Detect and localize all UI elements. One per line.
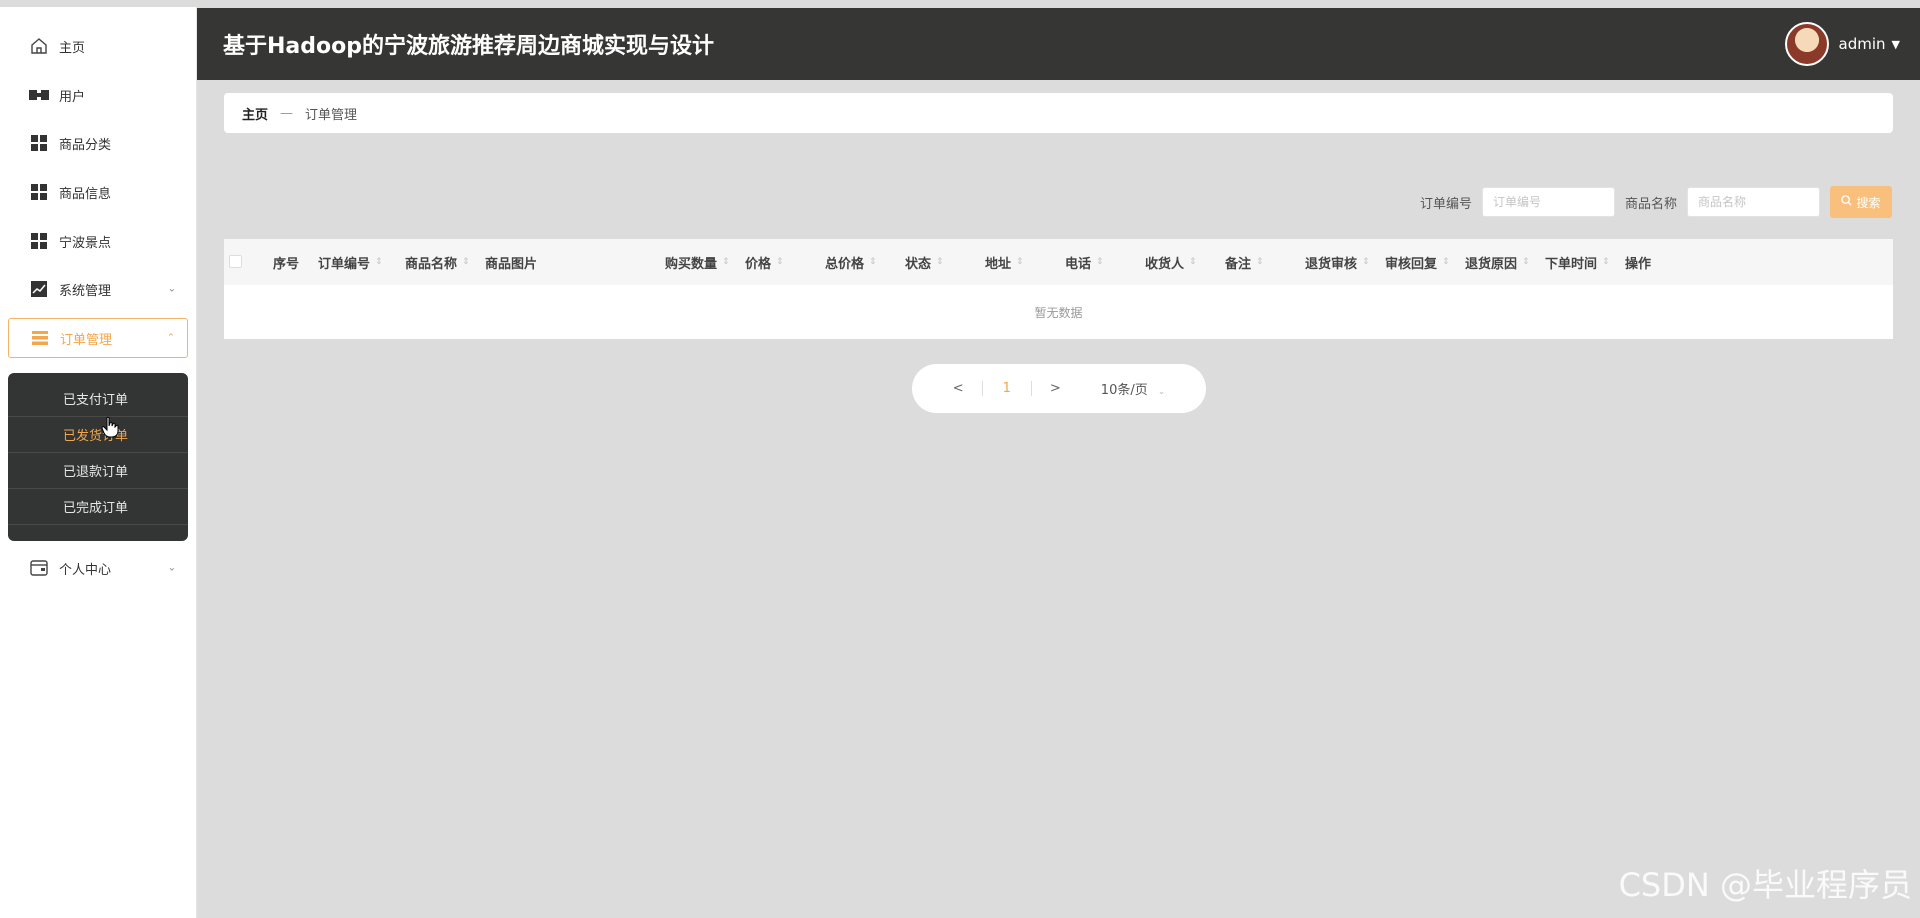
sidebar-item-label: 商品分类 xyxy=(59,137,112,153)
chevron-up-icon: ⌃ xyxy=(166,332,175,344)
column-header[interactable]: 价格 ⇕ xyxy=(745,239,784,285)
list-icon xyxy=(30,328,50,348)
sidebar-item-label: 系统管理 xyxy=(59,283,112,299)
caret-down-icon[interactable]: ▼ xyxy=(1892,38,1900,51)
sidebar: 主页 用户 商品分类 商品信息 宁波景点 系统管理 ⌄ 订单管理 ⌃ 已支付订单… xyxy=(0,7,197,918)
orders-table: 序号 订单编号 ⇕ 商品名称 ⇕ 商品图片 购买数量 ⇕ 价格 ⇕ 总价格 ⇕ 状态 ⇕ 地… xyxy=(224,239,1893,339)
column-header: 序号 xyxy=(273,256,300,272)
chevron-down-icon: ⌄ xyxy=(167,283,176,295)
breadcrumb: 主页 — 订单管理 xyxy=(224,93,1893,133)
product-name-input[interactable] xyxy=(1687,187,1820,217)
breadcrumb-separator: — xyxy=(280,105,294,121)
column-header[interactable]: 退货审核 ⇕ xyxy=(1305,239,1370,285)
sidebar-item-label: 主页 xyxy=(59,40,86,56)
sidebar-item-label: 商品信息 xyxy=(59,186,112,202)
table-header: 序号 订单编号 ⇕ 商品名称 ⇕ 商品图片 购买数量 ⇕ 价格 ⇕ 总价格 ⇕ 状态 ⇕ 地… xyxy=(224,239,1893,285)
order-number-label: 订单编号 xyxy=(1419,196,1472,212)
avatar[interactable] xyxy=(1784,22,1829,66)
users-icon xyxy=(29,85,49,105)
sort-icon: ⇕ xyxy=(462,257,470,267)
column-header[interactable]: 收货人 ⇕ xyxy=(1145,239,1197,285)
sort-icon: ⇕ xyxy=(936,257,944,267)
search-bar: 订单编号 商品名称 搜索 xyxy=(1420,186,1892,218)
sidebar-item-system[interactable]: 系统管理 ⌄ xyxy=(8,269,188,309)
column-header[interactable]: 订单编号 ⇕ xyxy=(318,239,383,285)
grid-icon xyxy=(29,182,49,202)
wallet-icon xyxy=(29,558,49,578)
sidebar-item-orders[interactable]: 订单管理 ⌃ xyxy=(8,318,188,358)
chevron-down-icon: ⌄ xyxy=(1157,387,1166,397)
submenu-item-refunded[interactable]: 已退款订单 xyxy=(8,453,188,489)
page-size-select[interactable]: 10条/页 ⌄ xyxy=(1079,379,1183,398)
sort-icon: ⇕ xyxy=(869,257,877,267)
column-header[interactable]: 状态 ⇕ xyxy=(905,239,944,285)
prev-page-button[interactable]: < xyxy=(935,381,982,396)
next-page-button[interactable]: > xyxy=(1032,381,1079,396)
sort-icon: ⇕ xyxy=(776,257,784,267)
sort-icon: ⇕ xyxy=(1256,257,1264,267)
submenu-item-paid[interactable]: 已支付订单 xyxy=(8,381,188,417)
page-number[interactable]: 1 xyxy=(981,381,1032,396)
sort-icon: ⇕ xyxy=(1522,257,1530,267)
column-header[interactable]: 电话 ⇕ xyxy=(1065,239,1104,285)
home-icon xyxy=(29,36,49,56)
select-all-checkbox[interactable] xyxy=(229,255,242,268)
username[interactable]: admin xyxy=(1839,35,1886,53)
sort-icon: ⇕ xyxy=(1442,257,1450,267)
user-menu[interactable]: admin ▼ xyxy=(1784,22,1900,66)
sort-icon: ⇕ xyxy=(1096,257,1104,267)
hand-cursor-icon xyxy=(101,416,119,438)
watermark: CSDN @毕业程序员 xyxy=(1618,866,1912,904)
column-header[interactable]: 总价格 ⇕ xyxy=(825,239,877,285)
chart-icon xyxy=(29,279,49,299)
chevron-down-icon: ⌄ xyxy=(167,562,176,574)
submenu-item-completed[interactable]: 已完成订单 xyxy=(8,489,188,525)
product-name-label: 商品名称 xyxy=(1624,196,1677,212)
sort-icon: ⇕ xyxy=(722,257,730,267)
column-header[interactable]: 购买数量 ⇕ xyxy=(665,239,730,285)
pagination: < 1 > 10条/页 ⌄ xyxy=(912,364,1206,413)
empty-state: 暂无数据 xyxy=(1034,305,1083,320)
order-number-input[interactable] xyxy=(1481,187,1615,217)
search-button-label: 搜索 xyxy=(1856,195,1881,210)
sidebar-item-users[interactable]: 用户 xyxy=(8,75,188,115)
sort-icon: ⇕ xyxy=(375,257,383,267)
sidebar-item-label: 宁波景点 xyxy=(59,235,112,251)
breadcrumb-home[interactable]: 主页 xyxy=(242,104,268,123)
sidebar-item-attractions[interactable]: 宁波景点 xyxy=(8,221,188,261)
submenu-item-shipped[interactable]: 已发货订单 xyxy=(8,417,188,453)
app-title: 基于Hadoop的宁波旅游推荐周边商城实现与设计 xyxy=(223,34,714,59)
search-button[interactable]: 搜索 xyxy=(1830,186,1892,218)
column-header[interactable]: 退货原因 ⇕ xyxy=(1465,239,1530,285)
top-header: 基于Hadoop的宁波旅游推荐周边商城实现与设计 admin ▼ xyxy=(197,8,1920,80)
grid-icon xyxy=(29,231,49,251)
search-icon xyxy=(1841,195,1853,209)
sidebar-item-profile[interactable]: 个人中心 ⌄ xyxy=(8,548,188,588)
column-header[interactable]: 下单时间 ⇕ xyxy=(1545,239,1610,285)
sidebar-item-home[interactable]: 主页 xyxy=(8,26,188,66)
sidebar-item-label: 订单管理 xyxy=(60,332,113,348)
sort-icon: ⇕ xyxy=(1362,257,1370,267)
orders-submenu: 已支付订单 已发货订单 已退款订单 已完成订单 xyxy=(8,373,188,541)
sidebar-item-label: 个人中心 xyxy=(59,562,112,578)
sort-icon: ⇕ xyxy=(1602,257,1610,267)
sort-icon: ⇕ xyxy=(1189,257,1197,267)
column-header[interactable]: 地址 ⇕ xyxy=(985,239,1024,285)
sidebar-item-label: 用户 xyxy=(59,89,86,105)
column-header[interactable]: 备注 ⇕ xyxy=(1225,239,1264,285)
column-header: 操作 xyxy=(1625,256,1652,272)
breadcrumb-current: 订单管理 xyxy=(305,107,358,123)
sort-icon: ⇕ xyxy=(1016,257,1024,267)
sidebar-item-products[interactable]: 商品信息 xyxy=(8,172,188,212)
column-header[interactable]: 商品名称 ⇕ xyxy=(405,239,470,285)
column-header[interactable]: 审核回复 ⇕ xyxy=(1385,239,1450,285)
sidebar-item-category[interactable]: 商品分类 xyxy=(8,123,188,163)
grid-icon xyxy=(29,133,49,153)
column-header: 商品图片 xyxy=(485,256,538,272)
